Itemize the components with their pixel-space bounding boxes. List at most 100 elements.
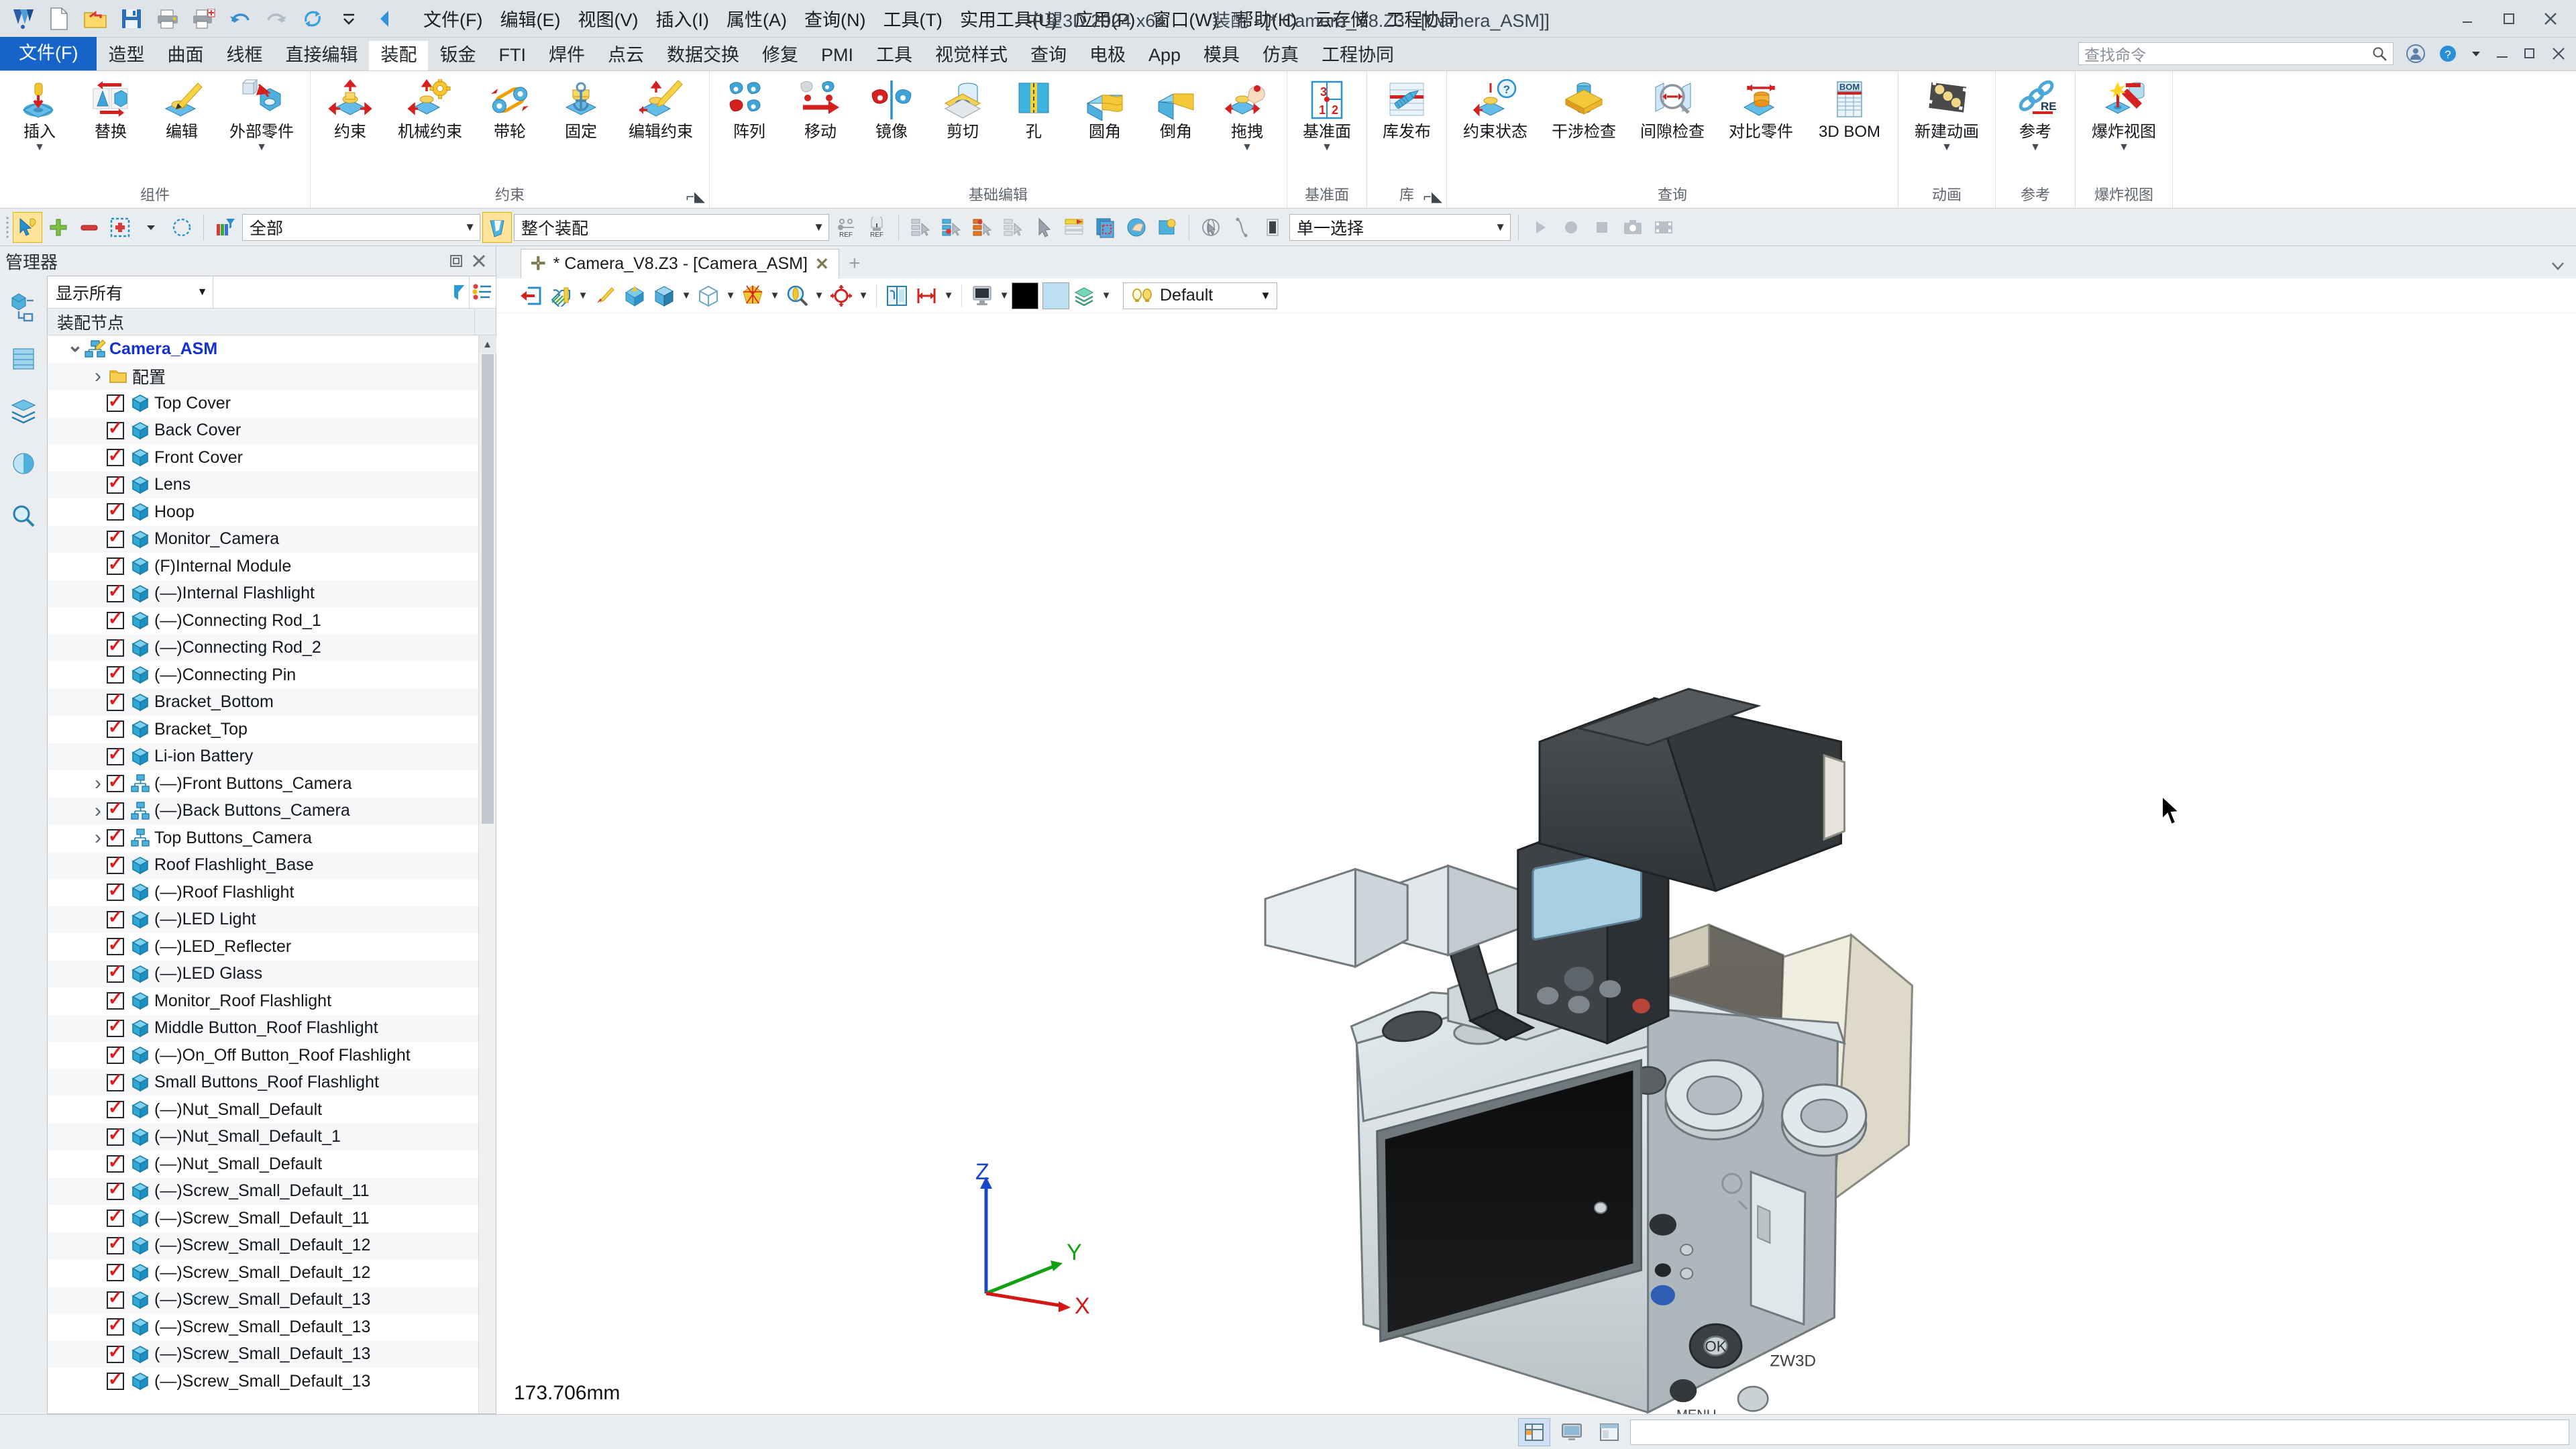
menu-file[interactable]: 文件(F) [415, 3, 491, 34]
tree-row-checkbox[interactable] [107, 965, 124, 983]
record-icon[interactable] [1557, 213, 1585, 242]
viewport-layout-icon[interactable] [882, 280, 912, 311]
ribbon-tab-visual-style[interactable]: 视觉样式 [924, 41, 1019, 70]
filter-funnel-icon[interactable] [443, 276, 470, 308]
tree-row-checkbox[interactable] [107, 883, 124, 902]
tree-row[interactable]: Lens [48, 471, 478, 498]
new-file-icon[interactable] [44, 4, 74, 34]
ribbon-tab-inquire[interactable]: 查询 [1019, 41, 1078, 70]
ribbon-tab-heal[interactable]: 修复 [751, 41, 810, 70]
assembly-tree[interactable]: ⌄Camera_ASM›配置Top CoverBack CoverFront C… [48, 335, 478, 1413]
ref-grid-icon[interactable]: REF [832, 213, 860, 242]
tree-row[interactable]: Monitor_Roof Flashlight [48, 987, 478, 1015]
constraint-dialog-launcher[interactable]: ⌐◣ [686, 189, 705, 205]
selection-filter-combo[interactable]: 全部 ▼ [242, 213, 480, 241]
menu-engineering-collab[interactable]: 工程协同 [1377, 3, 1467, 34]
qat-more-icon[interactable] [334, 4, 364, 34]
tree-row[interactable]: (—)Connecting Pin [48, 661, 478, 689]
layer-manager-icon[interactable] [5, 392, 42, 430]
chevron-down-icon[interactable]: ▼ [856, 280, 871, 311]
tree-row-checkbox[interactable] [107, 449, 124, 467]
menu-utilities[interactable]: 实用工具(U) [951, 3, 1066, 34]
ribbon-button-edit-constraint[interactable]: 编辑约束 [616, 74, 705, 140]
assembly-manager-icon[interactable] [5, 288, 42, 325]
tree-row[interactable]: › (—)Front Buttons_Camera [48, 770, 478, 798]
close-button[interactable] [2532, 3, 2569, 35]
film-icon[interactable] [1650, 213, 1678, 242]
gear-select-icon[interactable] [1153, 213, 1181, 242]
menu-view[interactable]: 视图(V) [569, 3, 647, 34]
chevron-down-icon[interactable]: ▼ [723, 280, 738, 311]
add-selection-icon[interactable] [44, 213, 72, 242]
paint-icon[interactable] [590, 280, 620, 311]
tree-row[interactable]: (—)Connecting Rod_1 [48, 607, 478, 635]
visual-config-combo[interactable]: Default ▼ [1123, 282, 1277, 309]
tree-row-checkbox[interactable] [107, 829, 124, 847]
select-box-icon[interactable] [106, 213, 134, 242]
standard-view-icon[interactable] [649, 280, 679, 311]
tree-row[interactable]: (—)Connecting Rod_2 [48, 634, 478, 661]
chevron-down-icon[interactable]: ▼ [997, 280, 1012, 311]
print-icon[interactable] [153, 4, 182, 34]
tree-row-checkbox[interactable] [107, 1345, 124, 1363]
ref-clock-icon[interactable]: REF [863, 213, 891, 242]
history-manager-icon[interactable] [5, 340, 42, 378]
list-select-3-icon[interactable] [968, 213, 996, 242]
tree-row-checkbox[interactable] [107, 476, 124, 494]
ribbon-minimize-icon[interactable] [2494, 46, 2510, 62]
tree-row[interactable]: (F)Internal Module [48, 553, 478, 580]
chevron-down-icon[interactable]: ▼ [2030, 142, 2041, 153]
tree-row-checkbox[interactable] [107, 503, 124, 521]
tree-row[interactable]: (—)Nut_Small_Default_1 [48, 1123, 478, 1150]
ribbon-tab-weldment[interactable]: 焊件 [537, 41, 596, 70]
tree-row-checkbox[interactable] [107, 1236, 124, 1254]
tree-row[interactable]: Li-ion Battery [48, 743, 478, 770]
tree-row[interactable]: (—)LED Glass [48, 960, 478, 987]
tree-row-checkbox[interactable] [107, 1182, 124, 1200]
select-lasso-icon[interactable] [168, 213, 196, 242]
search-icon[interactable] [2371, 46, 2387, 62]
help-caret-icon[interactable] [2470, 48, 2482, 60]
tree-row[interactable]: Front Cover [48, 444, 478, 472]
regen-icon[interactable] [298, 4, 327, 34]
background-color-black-swatch[interactable] [1012, 282, 1038, 309]
chevron-down-icon[interactable]: ▼ [1488, 221, 1506, 234]
tree-row-checkbox[interactable] [107, 910, 124, 928]
exit-icon[interactable] [517, 280, 546, 311]
tree-row-checkbox[interactable] [107, 666, 124, 684]
ribbon-tab-fti[interactable]: FTI [487, 41, 537, 70]
ribbon-tab-sheetmetal[interactable]: 钣金 [428, 41, 487, 70]
tree-expander-icon[interactable]: › [89, 800, 107, 822]
tree-row[interactable]: (—)Screw_Small_Default_13 [48, 1368, 478, 1395]
ribbon-tab-wireframe[interactable]: 线框 [215, 41, 274, 70]
app-logo-icon[interactable] [8, 4, 38, 34]
help-icon[interactable]: ? [2438, 44, 2458, 64]
tree-expander-icon[interactable]: › [89, 365, 107, 388]
ribbon-button-move[interactable]: 移动 [785, 74, 856, 140]
menu-tools[interactable]: 工具(T) [874, 3, 951, 34]
tree-row-checkbox[interactable] [107, 557, 124, 576]
ribbon-tab-direct-edit[interactable]: 直接编辑 [274, 41, 369, 70]
list-select-2-icon[interactable] [937, 213, 965, 242]
chevron-down-icon[interactable]: ▼ [2118, 142, 2129, 153]
collapse-ribbon-icon[interactable] [370, 4, 400, 34]
ribbon-button-replace[interactable]: 替换 [75, 74, 146, 140]
display-filter-combo[interactable]: 显示所有 ▼ [48, 276, 214, 308]
tree-row-checkbox[interactable] [107, 1073, 124, 1091]
tree-row-checkbox[interactable] [107, 530, 124, 548]
chevron-down-icon[interactable]: ▼ [1941, 142, 1952, 153]
tree-row[interactable]: (—)Screw_Small_Default_11 [48, 1177, 478, 1205]
redo-icon[interactable] [262, 4, 291, 34]
tree-row[interactable]: (—)On_Off Button_Roof Flashlight [48, 1042, 478, 1069]
manager-close-button[interactable] [468, 250, 490, 272]
tree-row[interactable]: (—)Screw_Small_Default_12 [48, 1232, 478, 1259]
ribbon-tab-surface[interactable]: 曲面 [156, 41, 215, 70]
ribbon-button-datum-plane[interactable]: 3 12 基准面 ▼ [1291, 74, 1362, 153]
ribbon-button-fix[interactable]: 固定 [545, 74, 616, 140]
scrollbar-thumb[interactable] [481, 354, 494, 824]
tree-row[interactable]: (—)Internal Flashlight [48, 580, 478, 607]
zoom-all-icon[interactable] [782, 280, 812, 311]
scroll-up-icon[interactable]: ▲ [478, 335, 496, 353]
library-dialog-launcher[interactable]: ⌐◣ [1424, 189, 1442, 205]
ribbon-restore-icon[interactable] [2522, 46, 2538, 62]
